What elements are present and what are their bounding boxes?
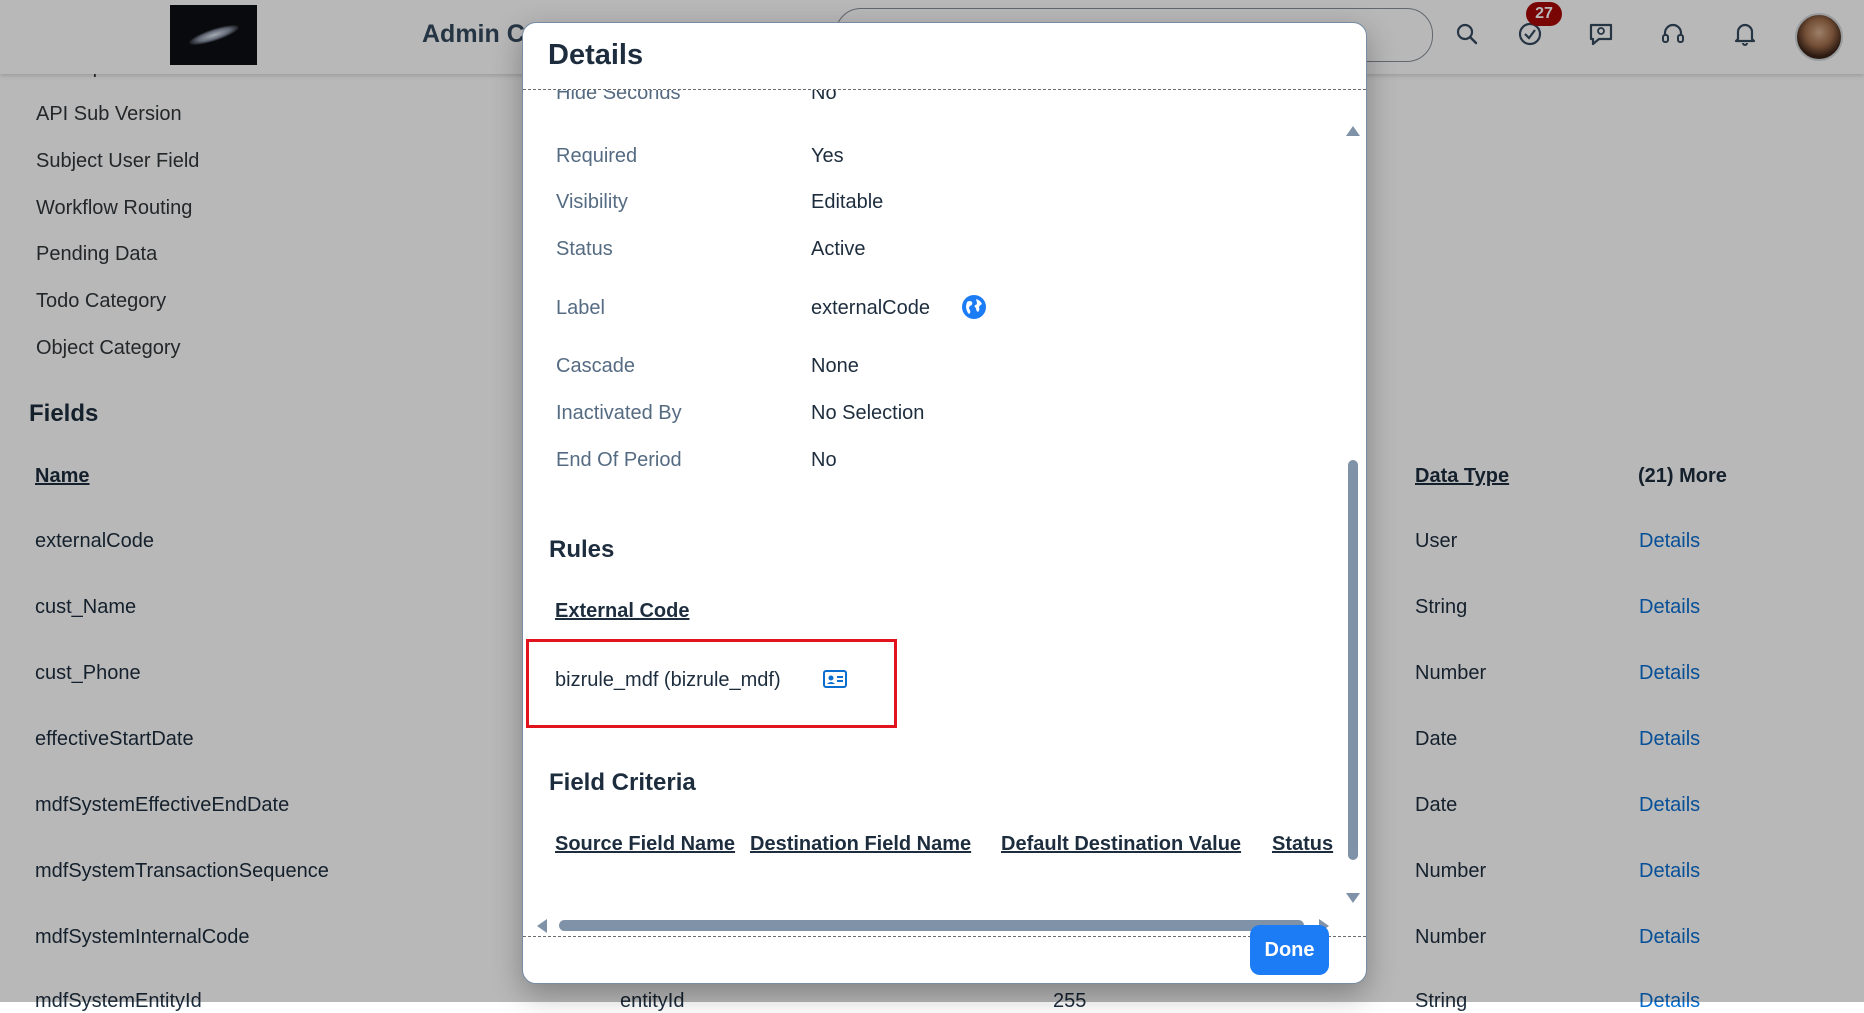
property-value-hide-seconds: No <box>811 90 837 104</box>
scroll-down-arrow[interactable] <box>1346 893 1360 903</box>
dialog-header: Details <box>523 23 1366 90</box>
business-card-icon[interactable] <box>822 668 848 690</box>
property-label-label: Label <box>556 297 605 319</box>
column-destination-field-name[interactable]: Destination Field Name <box>750 833 971 856</box>
column-default-destination-value[interactable]: Default Destination Value <box>1001 833 1241 856</box>
scroll-left-arrow[interactable] <box>537 919 547 933</box>
rule-name: bizrule_mdf (bizrule_mdf) <box>555 669 781 691</box>
property-value-label: externalCode <box>811 297 930 319</box>
done-button[interactable]: Done <box>1250 925 1329 975</box>
property-label-inactivated-by: Inactivated By <box>556 402 682 424</box>
scroll-up-arrow[interactable] <box>1346 126 1360 136</box>
dialog-content[interactable]: Hide Seconds No Required Yes Visibility … <box>523 90 1366 937</box>
field-criteria-section-title: Field Criteria <box>549 769 696 796</box>
property-label-cascade: Cascade <box>556 355 635 377</box>
property-value-cascade: None <box>811 355 859 377</box>
property-value-required: Yes <box>811 145 844 167</box>
translations-globe-icon[interactable] <box>961 294 987 320</box>
property-label-status: Status <box>556 238 613 260</box>
column-source-field-name[interactable]: Source Field Name <box>555 833 735 856</box>
horizontal-scrollbar-thumb[interactable] <box>559 920 1304 931</box>
rules-section-title: Rules <box>549 536 615 563</box>
property-label-required: Required <box>556 145 638 167</box>
details-dialog: Details Hide Seconds No Required Yes Vis… <box>522 22 1367 984</box>
dialog-title: Details <box>548 39 644 71</box>
property-label-visibility: Visibility <box>556 191 628 213</box>
vertical-scrollbar-thumb[interactable] <box>1348 460 1358 860</box>
property-label-hide-seconds: Hide Seconds <box>556 90 681 104</box>
column-status[interactable]: Status <box>1272 833 1333 856</box>
property-value-visibility: Editable <box>811 191 884 213</box>
rules-column-external-code[interactable]: External Code <box>555 600 689 623</box>
property-value-status: Active <box>811 238 866 260</box>
property-label-end-of-period: End Of Period <box>556 449 682 471</box>
property-value-end-of-period: No <box>811 449 837 471</box>
property-value-inactivated-by: No Selection <box>811 402 925 424</box>
